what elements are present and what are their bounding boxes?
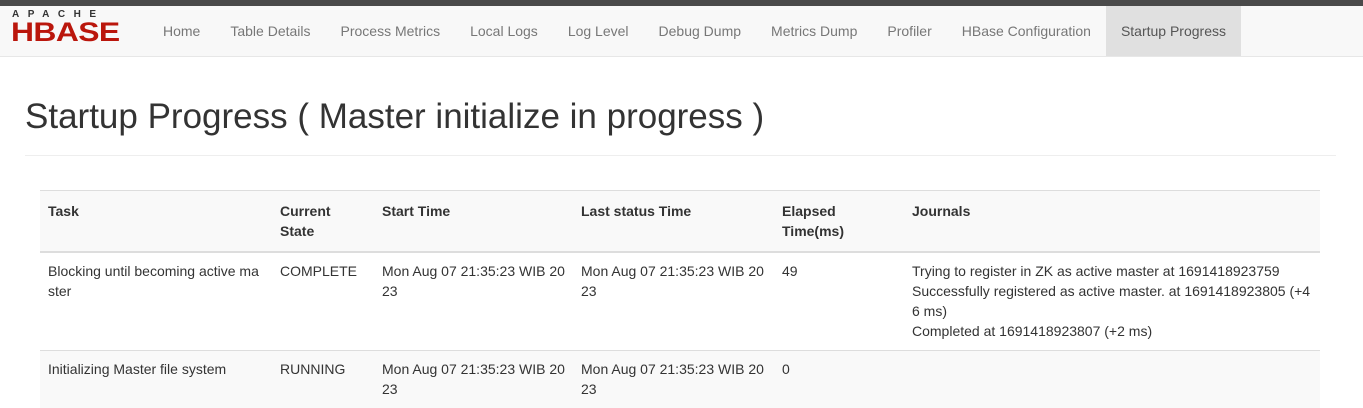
journal-entry: Trying to register in ZK as active maste… — [912, 263, 1280, 279]
journal-entry: Successfully registered as active master… — [912, 283, 1311, 319]
nav-menu: Home Table Details Process Metrics Local… — [148, 6, 1241, 56]
cell-journals — [904, 350, 1320, 408]
nav-item-home[interactable]: Home — [148, 6, 215, 56]
page-header: Startup Progress ( Master initialize in … — [25, 96, 1336, 156]
cell-last-status-time: Mon Aug 07 21:35:23 WIB 2023 — [573, 251, 774, 351]
cell-task: Initializing Master file system — [40, 350, 272, 408]
nav-item-log-level[interactable]: Log Level — [553, 6, 644, 56]
cell-start-time: Mon Aug 07 21:35:23 WIB 2023 — [374, 350, 573, 408]
cell-start-time: Mon Aug 07 21:35:23 WIB 2023 — [374, 251, 573, 351]
navbar: APACHE HBASE Home Table Details Process … — [0, 6, 1363, 57]
cell-journals: Trying to register in ZK as active maste… — [904, 251, 1320, 351]
column-header-current-state: Current State — [272, 190, 374, 253]
cell-current-state: RUNNING — [272, 350, 374, 408]
journal-entry: Completed at 1691418923807 (+2 ms) — [912, 323, 1153, 339]
column-header-task: Task — [40, 190, 272, 253]
cell-current-state: COMPLETE — [272, 251, 374, 351]
cell-elapsed-time: 0 — [774, 350, 904, 408]
nav-item-local-logs[interactable]: Local Logs — [455, 6, 553, 56]
column-header-elapsed-time: Elapsed Time(ms) — [774, 190, 904, 253]
table-row: Initializing Master file system RUNNING … — [40, 350, 1320, 408]
nav-item-startup-progress[interactable]: Startup Progress — [1105, 6, 1241, 56]
column-header-journals: Journals — [904, 190, 1320, 253]
table-row: Blocking until becoming active master CO… — [40, 251, 1320, 351]
logo-hbase-text: HBASE — [11, 17, 120, 47]
cell-elapsed-time: 49 — [774, 251, 904, 351]
nav-item-table-details[interactable]: Table Details — [215, 6, 325, 56]
main-content: Startup Progress ( Master initialize in … — [0, 96, 1363, 408]
startup-progress-table: Task Current State Start Time Last statu… — [40, 190, 1320, 408]
cell-last-status-time: Mon Aug 07 21:35:23 WIB 2023 — [573, 350, 774, 408]
page-title: Startup Progress ( Master initialize in … — [25, 97, 765, 136]
column-header-last-status-time: Last status Time — [573, 190, 774, 253]
nav-item-debug-dump[interactable]: Debug Dump — [644, 6, 757, 56]
cell-task: Blocking until becoming active master — [40, 251, 272, 351]
column-header-start-time: Start Time — [374, 190, 573, 253]
nav-item-profiler[interactable]: Profiler — [872, 6, 946, 56]
nav-item-hbase-configuration[interactable]: HBase Configuration — [947, 6, 1106, 56]
table-header-row: Task Current State Start Time Last statu… — [40, 190, 1320, 253]
hbase-logo[interactable]: APACHE HBASE — [0, 6, 148, 56]
nav-item-metrics-dump[interactable]: Metrics Dump — [756, 6, 872, 56]
nav-item-process-metrics[interactable]: Process Metrics — [326, 6, 456, 56]
